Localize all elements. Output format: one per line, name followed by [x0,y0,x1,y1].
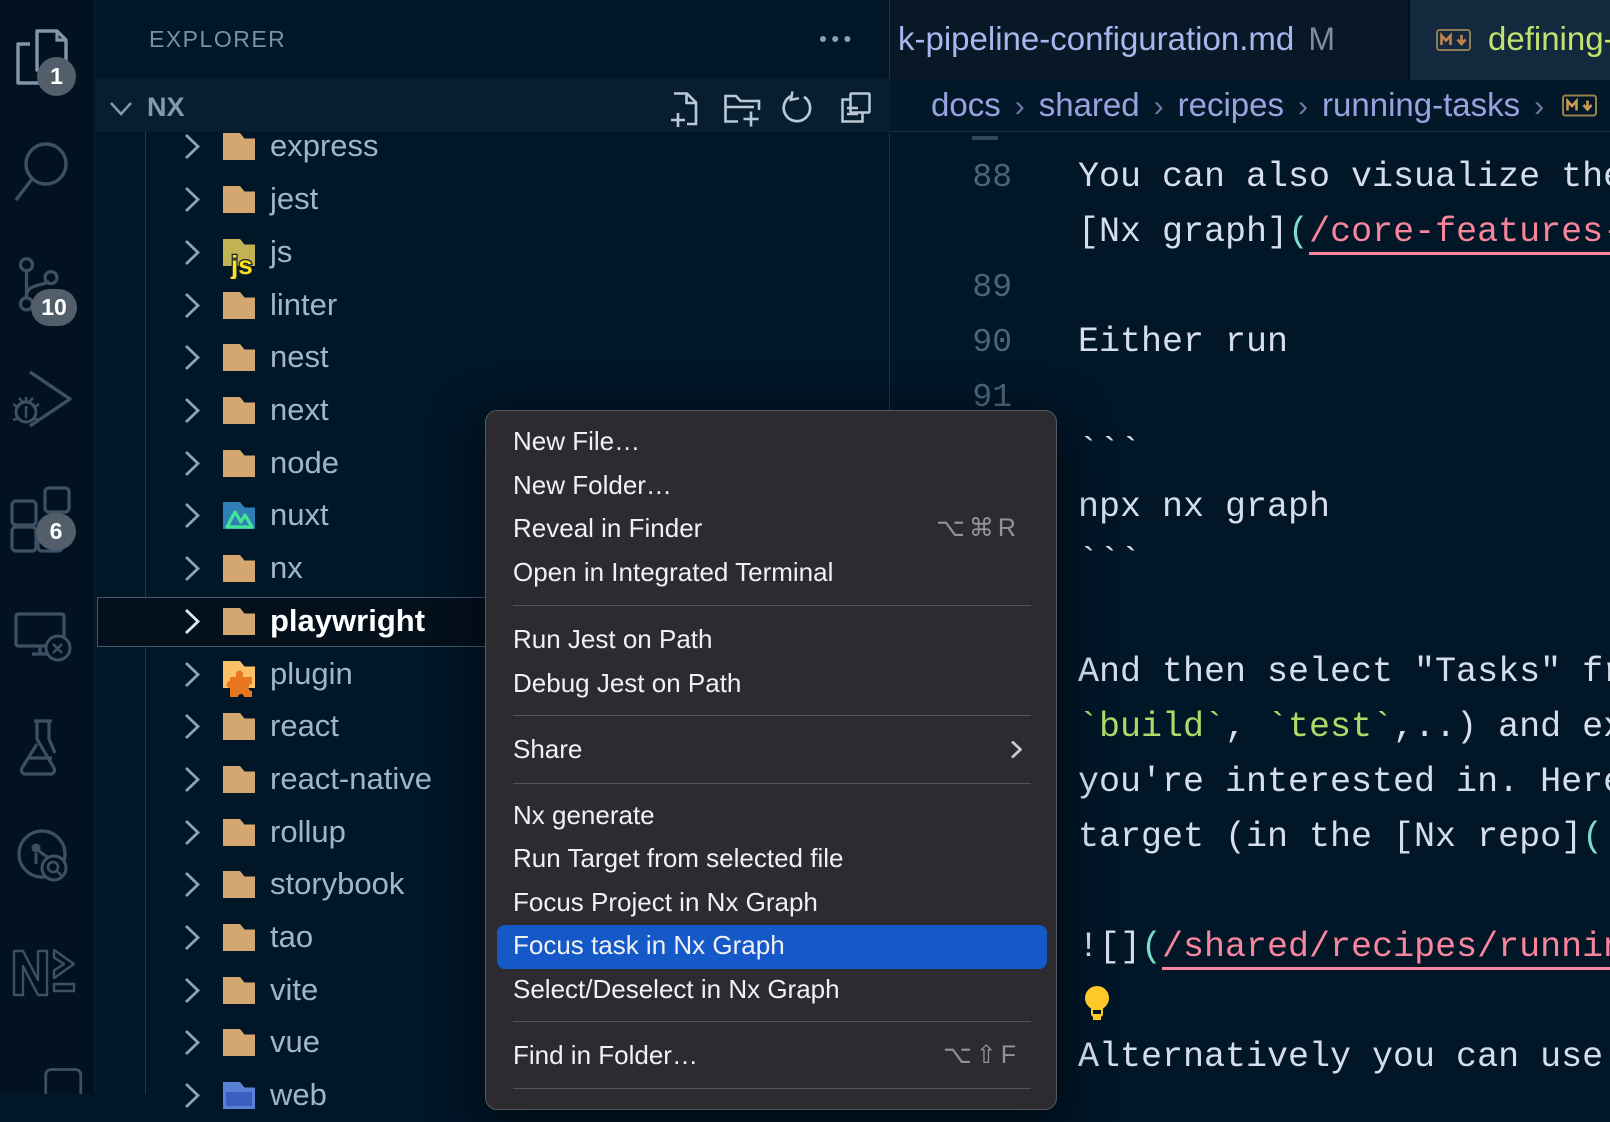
svg-text:js: js [230,250,253,279]
